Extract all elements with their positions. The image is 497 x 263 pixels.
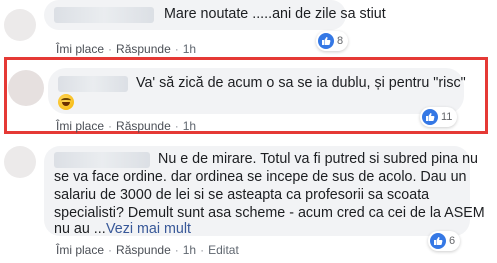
- comment-text-line: Nu e de mirare. Totul va fi putred si su…: [158, 151, 479, 167]
- reaction-count-value: 6: [449, 235, 456, 247]
- comment-actions: Îmi place · Răspunde · 1h: [56, 42, 196, 56]
- separator: ·: [174, 119, 179, 133]
- comment-text: Va' să zică de acum o sa se ia dublu, și…: [136, 75, 466, 91]
- reaction-count-value: 11: [441, 111, 453, 123]
- thumbs-up-icon: [430, 233, 446, 249]
- comment-bubble: Mare noutate .....ani de zile sa stiut: [44, 0, 386, 30]
- reply-link[interactable]: Răspunde: [116, 42, 171, 56]
- reaction-count[interactable]: 8: [316, 31, 349, 51]
- edited-label[interactable]: Editat: [208, 243, 239, 257]
- thumbs-up-icon: [318, 33, 334, 49]
- timestamp[interactable]: 1h: [183, 119, 196, 133]
- comment-text-line: se va face ordine. dar ordinea se incepe…: [54, 169, 467, 185]
- separator: ·: [108, 42, 113, 56]
- timestamp[interactable]: 1h: [183, 42, 196, 56]
- comment-text-line: salariu de 3000 de lei si se asteapta ca…: [54, 187, 430, 203]
- comment-text: Mare noutate .....ani de zile sa stiut: [164, 6, 386, 22]
- avatar[interactable]: [4, 146, 36, 178]
- timestamp[interactable]: 1h: [183, 243, 196, 257]
- reply-link[interactable]: Răspunde: [116, 243, 171, 257]
- author-name[interactable]: [58, 76, 128, 92]
- see-more-link[interactable]: Vezi mai mult: [106, 220, 191, 240]
- like-link[interactable]: Îmi place: [56, 42, 104, 56]
- comment-actions: Îmi place · Răspunde · 1h: [56, 119, 196, 133]
- comment-actions: Îmi place · Răspunde · 1h · Editat: [56, 243, 239, 257]
- separator: ·: [108, 243, 113, 257]
- comment-bubble: Va' să zică de acum o sa se ia dublu, și…: [48, 68, 466, 114]
- reaction-count-value: 8: [337, 35, 344, 47]
- thumbs-up-icon: [422, 109, 438, 125]
- comment-text-line: nu au ...: [54, 221, 106, 237]
- separator: ·: [108, 119, 113, 133]
- reaction-count[interactable]: 6: [428, 231, 461, 251]
- separator: ·: [174, 243, 179, 257]
- comment-bubble: Nu e de mirare. Totul va fi putred si su…: [44, 146, 485, 237]
- avatar[interactable]: [8, 70, 44, 106]
- laughing-emoji-icon: [58, 94, 74, 110]
- separator: ·: [200, 243, 205, 257]
- reply-link[interactable]: Răspunde: [116, 119, 171, 133]
- avatar[interactable]: [4, 9, 36, 41]
- like-link[interactable]: Îmi place: [56, 243, 104, 257]
- reaction-count[interactable]: 11: [420, 107, 458, 127]
- separator: ·: [174, 42, 179, 56]
- author-name[interactable]: [54, 7, 154, 23]
- like-link[interactable]: Îmi place: [56, 119, 104, 133]
- author-name[interactable]: [54, 152, 150, 168]
